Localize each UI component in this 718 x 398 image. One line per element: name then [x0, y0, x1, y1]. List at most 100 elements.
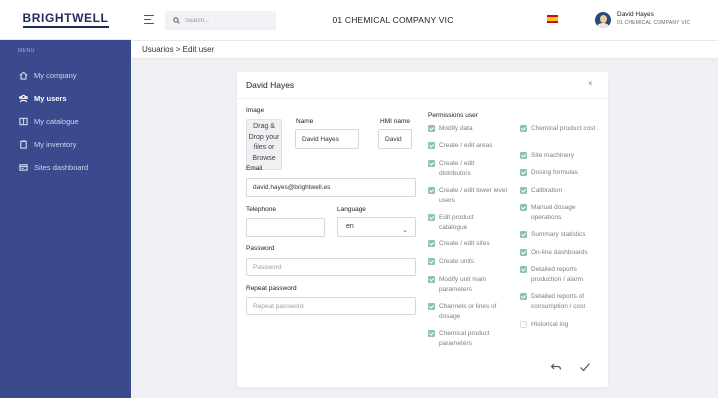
checkbox-checked[interactable]: [520, 266, 527, 273]
repeat-password-field[interactable]: [246, 297, 416, 315]
brand-logo[interactable]: BRIGHTWELL: [0, 0, 131, 40]
close-icon[interactable]: ×: [588, 79, 593, 88]
permission-create-units[interactable]: Create units: [428, 257, 510, 267]
permission-detailed-reports-consumption-cost[interactable]: Detailed reports of consumption / cost: [520, 292, 600, 311]
permission-modify-unit-main-parameters[interactable]: Modify unit main parameters: [428, 275, 504, 294]
permission-label: Calibration: [531, 187, 563, 194]
menu-label: MENU: [18, 48, 35, 54]
permission-edit-product-catalogue[interactable]: Edit product catalogue: [428, 213, 500, 232]
telephone-label: Telephone: [246, 206, 276, 213]
sidebar-item-label: My inventory: [34, 140, 77, 149]
clipboard-icon: [18, 140, 28, 150]
edit-user-modal: David Hayes × Image Drag & Drop your fil…: [237, 72, 608, 387]
permission-create-edit-distributors[interactable]: Create / edit distributors: [428, 159, 500, 178]
checkbox-checked[interactable]: [428, 214, 435, 221]
users-icon: [18, 94, 28, 104]
sidebar-item-my-company[interactable]: My company: [0, 64, 131, 87]
undo-arrow-icon[interactable]: [549, 360, 563, 374]
permission-label: Manual dosage operations: [531, 204, 576, 221]
image-dropzone[interactable]: Drag & Drop your files or Browse: [246, 119, 282, 170]
repeat-password-label: Repeat password: [246, 285, 297, 292]
user-company: 01 CHEMICAL COMPANY VIC: [617, 20, 691, 26]
checkbox-checked[interactable]: [520, 249, 527, 256]
permission-label: Detailed reports production / alarm: [531, 266, 584, 283]
sidebar-item-label: My company: [34, 71, 77, 80]
home-icon: [18, 71, 28, 81]
permission-label: Create / edit distributors: [439, 160, 475, 177]
permission-historical-log[interactable]: Historical log: [520, 320, 600, 330]
permission-label: Site machinery: [531, 152, 574, 159]
permission-label: Chemical product parameters: [439, 330, 490, 347]
checkbox-checked[interactable]: [520, 293, 527, 300]
dashboard-icon: [18, 163, 28, 173]
language-value: en: [346, 223, 354, 230]
avatar[interactable]: [595, 12, 611, 28]
sidebar-item-my-catalogue[interactable]: My catalogue: [0, 110, 131, 133]
checkbox-checked[interactable]: [428, 142, 435, 149]
checkbox-checked[interactable]: [428, 330, 435, 337]
permission-modify-data[interactable]: Modify data: [428, 124, 510, 134]
breadcrumb: Usuarios > Edit user: [131, 40, 718, 59]
permission-label: Historical log: [531, 321, 569, 328]
topbar: 01 CHEMICAL COMPANY VIC David Hayes 01 C…: [131, 0, 718, 40]
checkbox-checked[interactable]: [520, 187, 527, 194]
permission-chemical-product-parameters[interactable]: Chemical product parameters: [428, 329, 504, 348]
password-label: Password: [246, 245, 275, 252]
checkbox-checked[interactable]: [428, 160, 435, 167]
telephone-field[interactable]: [246, 218, 325, 237]
email-label: Email: [246, 165, 263, 172]
permission-site-machinery[interactable]: Site machinery: [520, 151, 600, 161]
permission-channels-or-lines-of-dosage[interactable]: Channels or lines of dosage: [428, 302, 510, 321]
permission-create-edit-lower-level-users[interactable]: Create / edit lower level users: [428, 186, 510, 205]
checkbox-checked[interactable]: [428, 187, 435, 194]
checkbox-checked[interactable]: [520, 125, 527, 132]
name-field[interactable]: [295, 129, 359, 149]
search-input[interactable]: [185, 17, 265, 24]
hamburger-menu-icon[interactable]: [144, 15, 154, 24]
permission-create-edit-areas[interactable]: Create / edit areas: [428, 141, 510, 151]
sidebar-item-label: My catalogue: [34, 117, 79, 126]
hmi-name-field[interactable]: [378, 129, 412, 149]
language-select[interactable]: en ⌄: [337, 217, 416, 237]
checkbox-checked[interactable]: [520, 152, 527, 159]
permission-label: Modify unit main parameters: [439, 276, 487, 293]
sidebar: BRIGHTWELL MENU My company My users My c…: [0, 0, 131, 398]
sidebar-item-sites-dashboard[interactable]: Sites dashboard: [0, 156, 131, 179]
checkbox-checked[interactable]: [428, 240, 435, 247]
permission-chemical-product-cost[interactable]: Chemical product cost: [520, 124, 600, 134]
hmi-name-label: HMI name: [380, 118, 410, 125]
sidebar-item-my-users[interactable]: My users: [0, 87, 131, 110]
permission-manual-dosage-operations[interactable]: Manual dosage operations: [520, 203, 586, 222]
checkbox-checked[interactable]: [428, 258, 435, 265]
checkbox-checked[interactable]: [520, 231, 527, 238]
permission-label: Detailed reports of consumption / cost: [531, 293, 586, 310]
spain-flag-icon[interactable]: [547, 15, 558, 23]
search-icon: [173, 17, 180, 24]
checkmark-icon[interactable]: [578, 360, 592, 374]
checkbox-unchecked[interactable]: [520, 321, 527, 328]
permissions-title: Permissions user: [428, 112, 478, 119]
permission-label: On-line dashboards: [531, 249, 588, 256]
modal-title: David Hayes: [246, 80, 295, 90]
permission-on-line-dashboards[interactable]: On-line dashboards: [520, 248, 604, 258]
permission-detailed-reports-production-alarm[interactable]: Detailed reports production / alarm: [520, 265, 600, 284]
search-box[interactable]: [165, 11, 276, 30]
checkbox-checked[interactable]: [428, 303, 435, 310]
chevron-down-icon: ⌄: [402, 227, 408, 234]
checkbox-checked[interactable]: [428, 125, 435, 132]
user-name[interactable]: David Hayes: [617, 11, 654, 18]
permission-calibration[interactable]: Calibration: [520, 186, 600, 196]
permission-dosing-formulas[interactable]: Dosing formulas: [520, 168, 600, 178]
permission-create-edit-sites[interactable]: Create / edit sites: [428, 239, 510, 249]
permission-summary-statistics[interactable]: Summary statistics: [520, 230, 604, 240]
permission-label: Channels or lines of dosage: [439, 303, 497, 320]
password-field[interactable]: [246, 258, 416, 276]
sidebar-item-label: Sites dashboard: [34, 163, 89, 172]
sidebar-item-my-inventory[interactable]: My inventory: [0, 133, 131, 156]
checkbox-checked[interactable]: [520, 204, 527, 211]
permission-label: Dosing formulas: [531, 169, 578, 176]
email-field[interactable]: [246, 178, 416, 197]
checkbox-checked[interactable]: [428, 276, 435, 283]
checkbox-checked[interactable]: [520, 169, 527, 176]
permission-label: Create / edit lower level users: [439, 187, 507, 204]
